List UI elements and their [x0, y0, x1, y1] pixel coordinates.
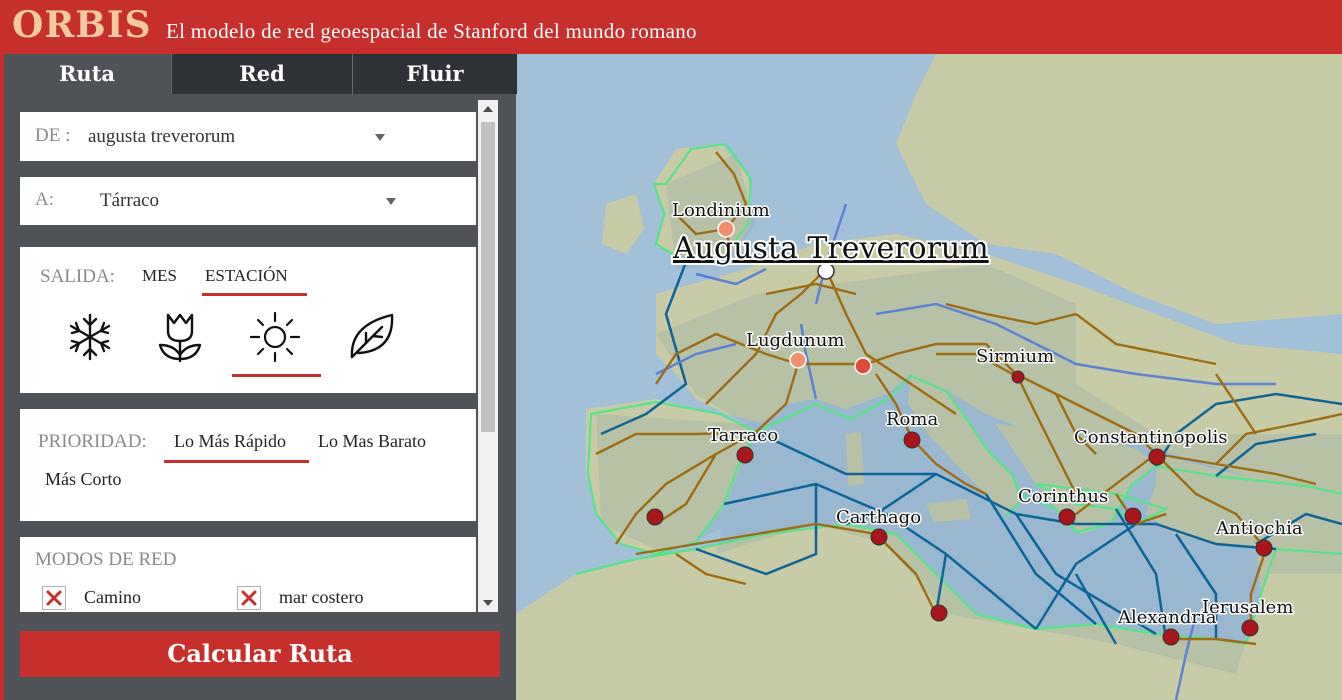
from-dropdown-arrow-icon[interactable]	[375, 134, 385, 141]
city-label-ierusalem[interactable]: Ierusalem	[1201, 596, 1295, 620]
departure-option-month[interactable]: MES	[142, 266, 177, 286]
panel-accent-bar	[0, 54, 4, 700]
tab-red[interactable]: Red	[171, 54, 352, 94]
priority-selected-underline	[164, 460, 309, 463]
spring-icon[interactable]	[150, 307, 210, 367]
city-marker-carthago[interactable]	[870, 528, 888, 546]
winter-icon[interactable]	[60, 307, 120, 367]
from-value[interactable]: augusta treverorum	[88, 126, 235, 148]
route-options-scroll[interactable]: DE : augusta treverorum A: Tárraco SALID…	[20, 112, 476, 612]
city-label-constantinopolis[interactable]: Constantinopolis	[1073, 426, 1230, 450]
city-label-roma[interactable]: Roma	[885, 408, 940, 432]
city-marker-lugdunum[interactable]	[789, 351, 807, 369]
city-label-sirmium[interactable]: Sirmium	[975, 345, 1056, 369]
site-subtitle: El modelo de red geoespacial de Stanford…	[166, 19, 697, 43]
scrollbar-thumb[interactable]	[481, 122, 495, 432]
to-label: A:	[35, 189, 54, 210]
city-marker-athenae[interactable]	[1124, 507, 1142, 525]
scroll-down-arrow-icon[interactable]	[483, 600, 493, 606]
from-label: DE :	[35, 125, 71, 146]
city-marker-alexandria[interactable]	[1162, 628, 1180, 646]
scroll-up-arrow-icon[interactable]	[483, 106, 493, 112]
season-selected-underline	[232, 374, 321, 377]
city-label-londinium[interactable]: Londinium	[671, 199, 772, 223]
priority-option-fastest[interactable]: Lo Más Rápido	[174, 431, 286, 452]
city-marker-hispalis[interactable]	[646, 508, 664, 526]
to-select[interactable]: A: Tárraco	[20, 177, 476, 225]
to-value[interactable]: Tárraco	[100, 190, 159, 212]
city-marker-antiochia[interactable]	[1255, 539, 1273, 557]
departure-label: SALIDA:	[40, 266, 115, 287]
checkbox-mar-costero[interactable]	[237, 586, 261, 610]
priority-card: PRIORIDAD: Lo Más Rápido Lo Mas Barato M…	[20, 409, 476, 521]
city-label-augusta-treverorum[interactable]: Augusta Treverorum	[670, 229, 991, 268]
checkbox-camino[interactable]	[42, 586, 66, 610]
network-modes-card: MODOS DE RED Camino mar costero	[20, 537, 476, 612]
mode-label-camino[interactable]: Camino	[84, 587, 141, 608]
summer-icon[interactable]	[245, 307, 305, 367]
tab-ruta[interactable]: Ruta	[4, 54, 170, 96]
city-marker-sirmium[interactable]	[1011, 370, 1025, 384]
network-modes-title: MODOS DE RED	[35, 549, 177, 570]
city-marker-ierusalem[interactable]	[1241, 619, 1259, 637]
autumn-icon[interactable]	[342, 307, 402, 367]
priority-option-cheapest[interactable]: Lo Mas Barato	[318, 431, 426, 452]
departure-option-season[interactable]: ESTACIÓN	[205, 266, 288, 286]
departure-card: SALIDA: MES ESTACIÓN	[20, 247, 476, 393]
panel-scrollbar[interactable]	[478, 100, 498, 612]
city-label-lugdunum[interactable]: Lugdunum	[745, 329, 846, 353]
tab-fluir[interactable]: Fluir	[352, 54, 517, 94]
city-marker-leptis[interactable]	[930, 604, 948, 622]
orbis-logo[interactable]: ORBIS	[12, 4, 152, 46]
roman-world-map[interactable]: Londinium Augusta Treverorum Lugdunum Si…	[516, 54, 1342, 700]
city-label-corinthus[interactable]: Corinthus	[1017, 485, 1110, 509]
season-option-underline	[202, 293, 307, 296]
checked-x-icon	[46, 590, 62, 606]
city-label-antiochia[interactable]: Antiochia	[1214, 517, 1305, 541]
city-label-carthago[interactable]: Carthago	[835, 506, 923, 530]
city-marker-corinthus[interactable]	[1058, 508, 1076, 526]
to-dropdown-arrow-icon[interactable]	[386, 198, 396, 205]
calculate-route-button[interactable]: Calcular Ruta	[20, 631, 500, 677]
app-header: ORBIS El modelo de red geoespacial de St…	[0, 0, 1342, 54]
city-label-tarraco[interactable]: Tarraco	[707, 424, 780, 448]
city-marker-lugdunum-east[interactable]	[854, 357, 872, 375]
mode-label-mar-costero[interactable]: mar costero	[279, 587, 363, 608]
city-marker-tarraco[interactable]	[736, 446, 754, 464]
checked-x-icon	[241, 590, 257, 606]
from-select[interactable]: DE : augusta treverorum	[20, 112, 476, 161]
city-marker-constantinopolis[interactable]	[1148, 448, 1166, 466]
city-marker-roma[interactable]	[903, 431, 921, 449]
panel-tabs: Ruta Red Fluir	[4, 54, 517, 96]
priority-option-shortest[interactable]: Más Corto	[45, 469, 122, 490]
priority-label: PRIORIDAD:	[38, 431, 147, 452]
